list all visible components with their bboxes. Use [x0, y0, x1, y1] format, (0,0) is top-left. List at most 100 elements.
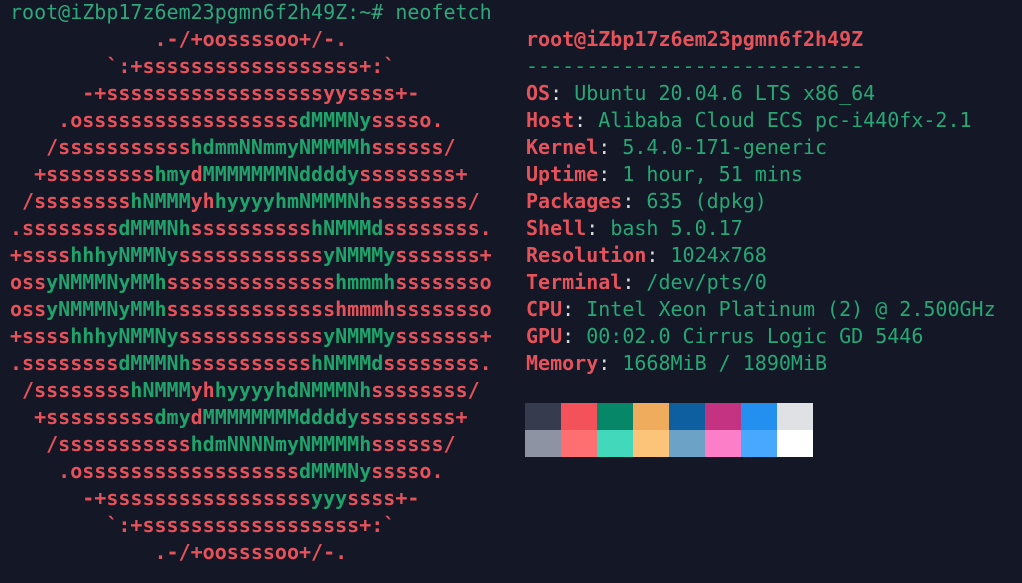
ascii-art-segment: /ssssssss	[10, 189, 131, 213]
info-value: bash 5.0.17	[610, 216, 743, 240]
info-row-os: OS: Ubuntu 20.04.6 LTS x86_64	[526, 80, 996, 107]
ascii-art-segment: ssssssss+	[359, 405, 468, 429]
ascii-art-segment: yNMMMy	[323, 324, 396, 348]
ascii-art-segment: +ssss	[10, 324, 71, 348]
info-label: Shell	[526, 216, 587, 240]
ascii-art-segment: hNMMM	[130, 378, 191, 402]
ascii-art-line: ossyNMMMNyMMhsssssssssssssshmmmhssssssso	[10, 296, 492, 323]
ascii-art-segment: .ssssssss	[10, 216, 119, 240]
color-swatch	[561, 403, 597, 430]
color-swatch	[525, 430, 561, 457]
info-row-packages: Packages: 635 (dpkg)	[526, 188, 996, 215]
info-row-memory: Memory: 1668MiB / 1890MiB	[526, 350, 996, 377]
ascii-art-segment: hmmmh	[335, 270, 396, 294]
info-value: Ubuntu 20.04.6 LTS x86_64	[574, 81, 876, 105]
info-label: Kernel	[526, 135, 599, 159]
color-swatch	[597, 403, 633, 430]
ascii-art-segment: ssssssssssss	[178, 324, 324, 348]
color-swatch	[741, 430, 777, 457]
info-label: Memory	[526, 351, 599, 375]
ascii-art-line: .ossssssssssssssssssdMMMNysssso.	[10, 107, 492, 134]
ascii-art-segment: yh	[190, 378, 215, 402]
user-host-title: root@iZbp17z6em23pgmn6f2h49Z	[526, 27, 864, 51]
ascii-art-line: +ssssssssshmydMMMMMMMNddddyssssssss+	[10, 161, 492, 188]
ascii-art-line: /sssssssshNMMMyhhyyyyhdNMMMNhssssssss/	[10, 377, 492, 404]
ascii-art-segment: oss	[10, 270, 47, 294]
ascii-art-segment: yNMMMNyMMh	[46, 270, 167, 294]
ascii-art-segment: hdmNNNNmyNMMMMh	[190, 432, 372, 456]
ascii-art-segment: sssssss+	[395, 243, 492, 267]
ascii-art-segment: +sssssssss	[10, 162, 155, 186]
ascii-art-segment: yyy	[311, 486, 348, 510]
ascii-art-line: .-/+oossssoo+/-.	[10, 26, 492, 53]
ascii-art-segment: -+ssssssssssssssssssyyssss+-	[10, 81, 420, 105]
ascii-art-segment: sssso.	[371, 108, 444, 132]
ascii-art-segment: hdmmNNmmyNMMMMh	[190, 135, 372, 159]
ascii-art-line: /sssssssshNMMMyhhyyyyhmNMMMNhssssssss/	[10, 188, 492, 215]
ascii-art-segment: +ssss	[10, 243, 71, 267]
ascii-art-segment: sssssss+	[395, 324, 492, 348]
color-swatch	[669, 403, 705, 430]
ascii-art-segment: +sssssssss	[10, 405, 155, 429]
ascii-art-line: /ssssssssssshdmmNNmmyNMMMMhssssss/	[10, 134, 492, 161]
ascii-art-segment: .ossssssssssssssssss	[10, 108, 299, 132]
command-prompt: root@iZbp17z6em23pgmn6f2h49Z:~# neofetch	[10, 0, 492, 24]
ascii-art-segment: .-/+oossssoo+/-.	[10, 27, 348, 51]
ascii-art-line: `:+ssssssssssssssssss+:`	[10, 53, 492, 80]
ascii-art-segment: sssso.	[371, 459, 444, 483]
system-info: root@iZbp17z6em23pgmn6f2h49Z -----------…	[526, 26, 996, 377]
ascii-art-segment: `:+ssssssssssssssssss+:`	[10, 54, 396, 78]
ascii-art-segment: hyyyyhdNMMMNh	[214, 378, 372, 402]
ubuntu-ascii-logo: .-/+oossssoo+/-. `:+ssssssssssssssssss+:…	[10, 26, 492, 566]
ascii-art-segment: ssssssssssssss	[166, 270, 336, 294]
ascii-art-line: `:+ssssssssssssssssss+:`	[10, 512, 492, 539]
info-row-uptime: Uptime: 1 hour, 51 mins	[526, 161, 996, 188]
ascii-art-segment: d	[190, 405, 203, 429]
ascii-art-segment: ssssssss.	[383, 351, 492, 375]
ascii-art-segment: /sssssssssss	[10, 135, 191, 159]
ascii-art-segment: dMMMNh	[118, 216, 191, 240]
ascii-art-line: .ossssssssssssssssssdMMMNysssso.	[10, 458, 492, 485]
ascii-art-segment: dMMMNy	[298, 459, 372, 483]
info-colon: :	[646, 243, 659, 267]
ascii-art-segment: MMMMMMMMddddy	[202, 405, 360, 429]
color-swatch	[525, 403, 561, 430]
ascii-art-segment: hNMMMd	[311, 216, 384, 240]
ascii-art-line: .ssssssssdMMMNhsssssssssshNMMMdssssssss.	[10, 215, 492, 242]
ascii-art-line: .ssssssssdMMMNhsssssssssshNMMMdssssssss.	[10, 350, 492, 377]
ascii-art-segment: ssss+-	[347, 486, 420, 510]
info-label: CPU	[526, 297, 563, 321]
ascii-art-segment: /sssssssssss	[10, 432, 191, 456]
ascii-art-segment: .ssssssss	[10, 351, 119, 375]
ascii-art-segment: -+sssssssssssssssss	[10, 486, 312, 510]
ascii-art-segment: ssssss/	[371, 135, 456, 159]
ascii-art-segment: yNMMMNyMMh	[46, 297, 167, 321]
ascii-art-segment: dMMMNy	[298, 108, 372, 132]
info-value: 1668MiB / 1890MiB	[622, 351, 828, 375]
palette-row	[525, 403, 813, 430]
ascii-art-segment: yh	[190, 189, 215, 213]
ascii-art-segment: dmy	[154, 405, 191, 429]
info-colon: :	[622, 270, 635, 294]
info-value: 635 (dpkg)	[646, 189, 767, 213]
info-row-cpu: CPU: Intel Xeon Platinum (2) @ 2.500GHz	[526, 296, 996, 323]
info-label: Host	[526, 108, 575, 132]
info-value: 00:02.0 Cirrus Logic GD 5446	[586, 324, 924, 348]
ascii-art-line: +sssssssssdmydMMMMMMMMddddyssssssss+	[10, 404, 492, 431]
palette-row	[525, 430, 813, 457]
ascii-art-segment: ssssssss/	[371, 189, 480, 213]
ascii-art-segment: d	[190, 162, 203, 186]
color-swatch	[633, 403, 669, 430]
ascii-art-segment: /ssssssss	[10, 378, 131, 402]
color-swatch	[669, 430, 705, 457]
info-colon: :	[598, 162, 611, 186]
info-row-gpu: GPU: 00:02.0 Cirrus Logic GD 5446	[526, 323, 996, 350]
color-swatch	[705, 403, 741, 430]
ascii-art-segment: ssssssssss	[190, 351, 312, 375]
ascii-art-segment: ssssssssssss	[178, 243, 324, 267]
ascii-art-line: -+sssssssssssssssssyyyssss+-	[10, 485, 492, 512]
info-label: Packages	[526, 189, 623, 213]
ascii-art-segment: hNMMMd	[311, 351, 384, 375]
info-colon: :	[562, 297, 575, 321]
ascii-art-segment: hNMMM	[130, 189, 191, 213]
